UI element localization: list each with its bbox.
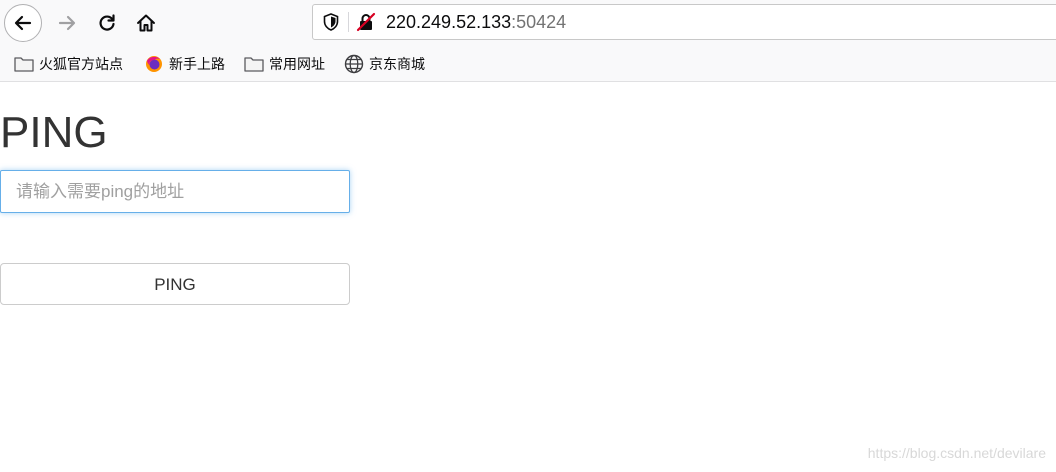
forward-button[interactable] [48, 4, 86, 42]
bookmark-getting-started[interactable]: 新手上路 [144, 54, 225, 74]
firefox-icon [144, 55, 164, 73]
reload-icon [99, 14, 115, 31]
home-button[interactable] [127, 4, 165, 42]
globe-icon [344, 54, 364, 74]
folder-icon [14, 55, 34, 73]
ping-button[interactable]: PING [0, 263, 350, 305]
url-host: 220.249.52.133 [386, 12, 512, 32]
address-bar[interactable]: 220.249.52.133:50424 [312, 4, 1056, 40]
page-title: PING [0, 108, 108, 157]
reload-button[interactable] [88, 4, 126, 42]
insecure-connection-icon[interactable] [356, 12, 376, 32]
folder-icon [244, 55, 264, 73]
bookmark-label: 常用网址 [269, 56, 325, 72]
watermark-text: https://blog.csdn.net/devilare [867, 445, 1046, 461]
back-button[interactable] [4, 4, 42, 42]
forward-arrow-icon [58, 15, 76, 31]
shield-icon[interactable] [321, 12, 341, 32]
bookmark-firefox-official[interactable]: 火狐官方站点 [14, 54, 123, 74]
back-arrow-icon [14, 15, 32, 31]
bookmark-label: 京东商城 [369, 56, 425, 72]
bookmark-label: 新手上路 [169, 56, 225, 72]
bookmark-jd-mall[interactable]: 京东商城 [344, 54, 425, 74]
browser-toolbar: 220.249.52.133:50424 [0, 0, 1056, 46]
bookmark-label: 火狐官方站点 [39, 56, 123, 72]
home-icon [137, 14, 155, 32]
bookmark-common-sites[interactable]: 常用网址 [244, 54, 325, 74]
url-port: :50424 [511, 12, 567, 32]
url-separator [348, 12, 349, 32]
bookmarks-bar: 火狐官方站点 新手上路 常用网址 京东商城 [0, 46, 1056, 82]
url-text[interactable]: 220.249.52.133:50424 [386, 12, 566, 32]
ping-address-input[interactable] [0, 170, 350, 213]
